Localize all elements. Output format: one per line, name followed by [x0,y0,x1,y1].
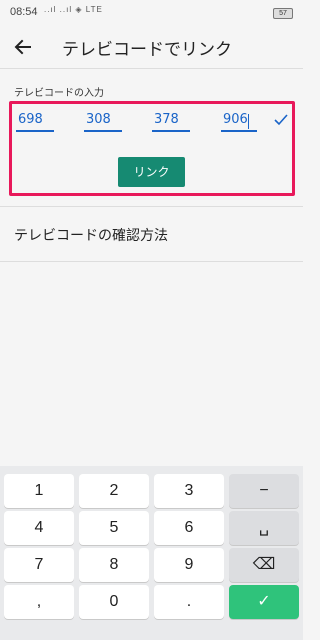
code-field-2[interactable]: 308 [84,112,122,132]
how-to-confirm-link[interactable]: テレビコードの確認方法 [14,225,168,245]
code-field-3[interactable]: 378 [152,112,190,132]
battery-icon: 57 [273,8,293,19]
code-field-4[interactable]: 906 [221,112,257,132]
key-space[interactable]: ␣ [229,511,299,545]
app-bar: テレビコードでリンク [0,26,303,68]
status-time: 08:54 [10,6,38,18]
key-6[interactable]: 6 [154,511,224,545]
code-field-1[interactable]: 698 [16,112,54,132]
divider [0,261,303,262]
divider [0,68,303,69]
key-1[interactable]: 1 [4,474,74,508]
code-entry-label: テレビコードの入力 [14,88,104,99]
key-5[interactable]: 5 [79,511,149,545]
back-button[interactable] [10,34,36,60]
page-title: テレビコードでリンク [62,40,232,60]
divider [0,206,303,207]
status-bar: 08:54 ..ıl ..ıl ◈ LTE 57 [0,0,303,26]
signal-icons: ..ıl ..ıl ◈ LTE [44,5,103,14]
key-2[interactable]: 2 [79,474,149,508]
done-key[interactable]: ✓ [229,585,299,619]
key-0[interactable]: 0 [79,585,149,619]
key-7[interactable]: 7 [4,548,74,582]
check-icon [273,112,289,128]
key-period[interactable]: . [154,585,224,619]
key-minus[interactable]: − [229,474,299,508]
key-4[interactable]: 4 [4,511,74,545]
link-button[interactable]: リンク [118,157,185,187]
numeric-keyboard: 1 2 3 − 4 5 6 ␣ 7 8 9 ⌫ , 0 . ✓ [0,466,303,640]
text-cursor [248,114,249,129]
screen: 08:54 ..ıl ..ıl ◈ LTE 57 テレビコードでリンク テレビコ… [0,0,303,640]
key-9[interactable]: 9 [154,548,224,582]
key-8[interactable]: 8 [79,548,149,582]
arrow-back-icon [14,39,31,55]
key-comma[interactable]: , [4,585,74,619]
key-3[interactable]: 3 [154,474,224,508]
backspace-key[interactable]: ⌫ [229,548,299,582]
